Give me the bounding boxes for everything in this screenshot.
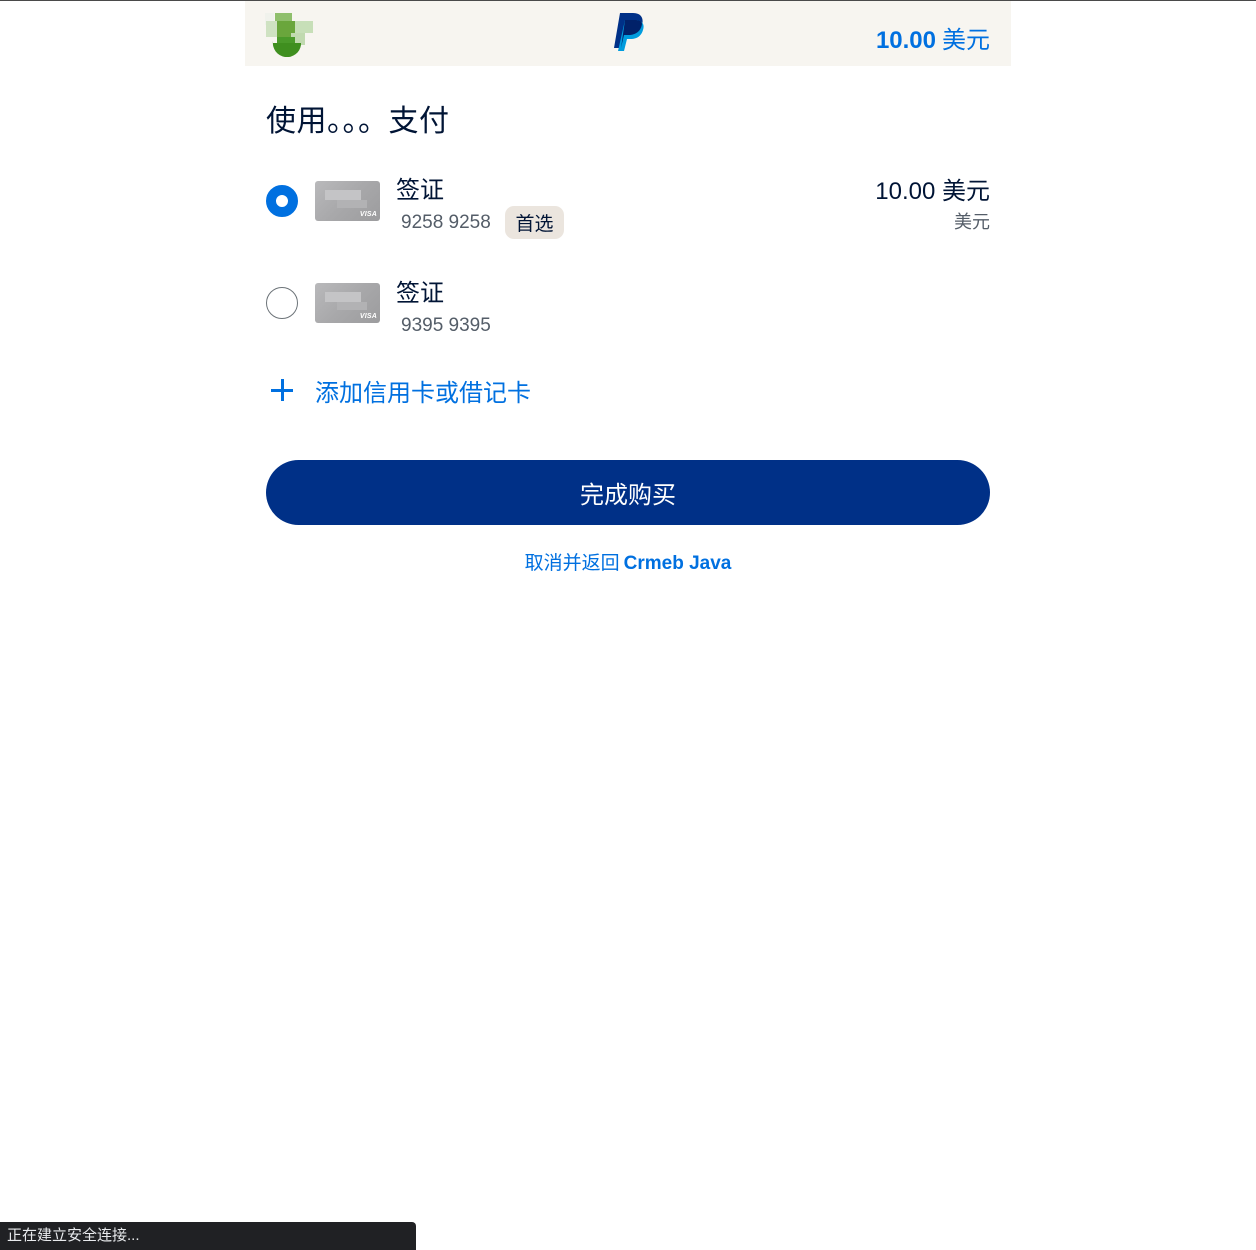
add-card-label: 添加信用卡或借记卡 [315,379,531,407]
method-currency: 美元 [954,212,990,232]
plus-icon [266,374,298,406]
card-number: 9258 9258 [401,212,491,233]
radio-unselected[interactable] [266,287,298,319]
visa-card-icon: VISA [315,283,380,323]
payment-method-visa-9258[interactable]: VISA 签证 9258 9258 首选 10.00 美元 美元 [266,170,990,250]
header-amount-currency: 美元 [942,27,990,54]
page-title: 使用。。。支付 [266,105,450,138]
preferred-badge: 首选 [505,206,564,239]
card-brand-label: VISA [359,211,377,218]
merchant-name: Crmeb Java [623,553,732,574]
checkout-header: 10.00 美元 [245,1,1011,66]
merchant-avatar [262,13,316,58]
complete-purchase-button[interactable]: 完成购买 [266,460,990,525]
paypal-logo-icon [611,11,645,51]
card-name: 签证 [396,177,444,204]
visa-card-icon: VISA [315,181,380,221]
cancel-and-return-link[interactable]: 取消并返回 Crmeb Java [266,548,990,575]
card-number: 9395 9395 [401,315,491,336]
cancel-text: 取消并返回 [524,553,620,574]
card-name: 签证 [396,280,444,307]
header-total-amount: 10.00 美元 [876,20,990,55]
payment-method-visa-9395[interactable]: VISA 签证 9395 9395 [266,273,990,353]
header-amount-value: 10.00 [875,27,936,54]
browser-status-bar: 正在建立安全连接... [0,1222,416,1250]
add-card-link[interactable]: 添加信用卡或借记卡 [266,372,566,408]
method-amount: 10.00 美元 [875,178,990,205]
card-brand-label: VISA [359,313,377,320]
radio-selected[interactable] [266,185,298,217]
